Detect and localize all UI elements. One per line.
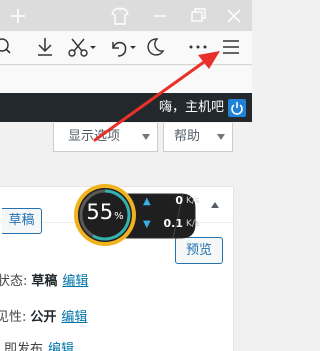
power-icon: [231, 102, 243, 115]
screen-options-tab[interactable]: 显示选项: [53, 123, 158, 152]
network-speed-widget[interactable]: 55% ▲ 0 K/s ▼ 0.1 K/s: [73, 180, 203, 252]
main-menu-button[interactable]: [215, 31, 247, 64]
undo-icon: [112, 41, 136, 57]
zoom-out-button[interactable]: [0, 31, 20, 64]
menu-icon: [223, 40, 239, 54]
more-button[interactable]: [183, 31, 213, 64]
upload-unit: K/s: [186, 196, 200, 206]
memory-percent: 55%: [77, 199, 133, 230]
minimize-icon: [154, 15, 166, 17]
undo-button[interactable]: [102, 31, 138, 64]
upload-speed: ▲ 0 K/s: [143, 194, 200, 209]
download-icon: [38, 38, 52, 56]
help-tab[interactable]: 帮助: [163, 123, 233, 152]
bookmarks-strip: [0, 66, 252, 93]
visibility-label: 见性:: [0, 310, 27, 325]
publish-time-row: 即发布 编辑: [4, 340, 74, 351]
download-arrow-icon: ▼: [143, 219, 151, 230]
zoom-out-icon: [0, 38, 11, 54]
upload-value: 0: [175, 194, 183, 207]
status-value: 草稿: [31, 274, 58, 289]
browser-titlebar: [0, 0, 252, 31]
download-speed: ▼ 0.1 K/s: [143, 217, 200, 232]
publish-label: 即发布: [4, 342, 44, 351]
close-button[interactable]: [216, 0, 252, 31]
status-edit-link[interactable]: 编辑: [62, 274, 88, 289]
upload-arrow-icon: ▲: [143, 196, 151, 207]
status-row: 状态: 草稿 编辑: [0, 272, 88, 292]
save-draft-button[interactable]: 草稿: [2, 208, 42, 234]
percent-unit: %: [114, 211, 124, 222]
visibility-edit-link[interactable]: 编辑: [61, 310, 87, 325]
night-mode-button[interactable]: [142, 31, 168, 64]
restore-button[interactable]: [180, 0, 216, 31]
browser-toolbar: [0, 31, 252, 65]
restore-icon: [191, 8, 206, 22]
screen-options-label: 显示选项: [68, 129, 121, 144]
moon-icon: [147, 38, 165, 56]
skin-button[interactable]: [100, 0, 140, 31]
status-label: 状态:: [0, 274, 28, 289]
new-tab-button[interactable]: [0, 0, 36, 31]
visibility-value: 公开: [30, 310, 57, 325]
caret-down-icon: [217, 134, 225, 140]
percent-value: 55: [86, 200, 114, 224]
download-button[interactable]: [30, 31, 60, 64]
publish-edit-link[interactable]: 编辑: [48, 342, 74, 351]
download-unit: K/s: [186, 219, 200, 229]
help-label: 帮助: [174, 129, 201, 144]
plus-icon: [11, 9, 25, 23]
scissors-icon: [68, 38, 96, 57]
collapse-arrow-icon[interactable]: [211, 202, 219, 208]
account-button[interactable]: [228, 99, 246, 117]
user-greeting[interactable]: 嗨，主机吧: [159, 93, 224, 122]
close-icon: [227, 9, 241, 23]
more-icon: [189, 45, 207, 49]
admin-bar: 嗨，主机吧: [0, 93, 252, 122]
download-value: 0.1: [163, 217, 184, 230]
caret-down-icon: [142, 134, 150, 140]
screenshot-button[interactable]: [62, 31, 98, 64]
minimize-button[interactable]: [140, 0, 180, 31]
visibility-row: 见性: 公开 编辑: [0, 308, 87, 328]
shirt-icon: [111, 7, 129, 25]
